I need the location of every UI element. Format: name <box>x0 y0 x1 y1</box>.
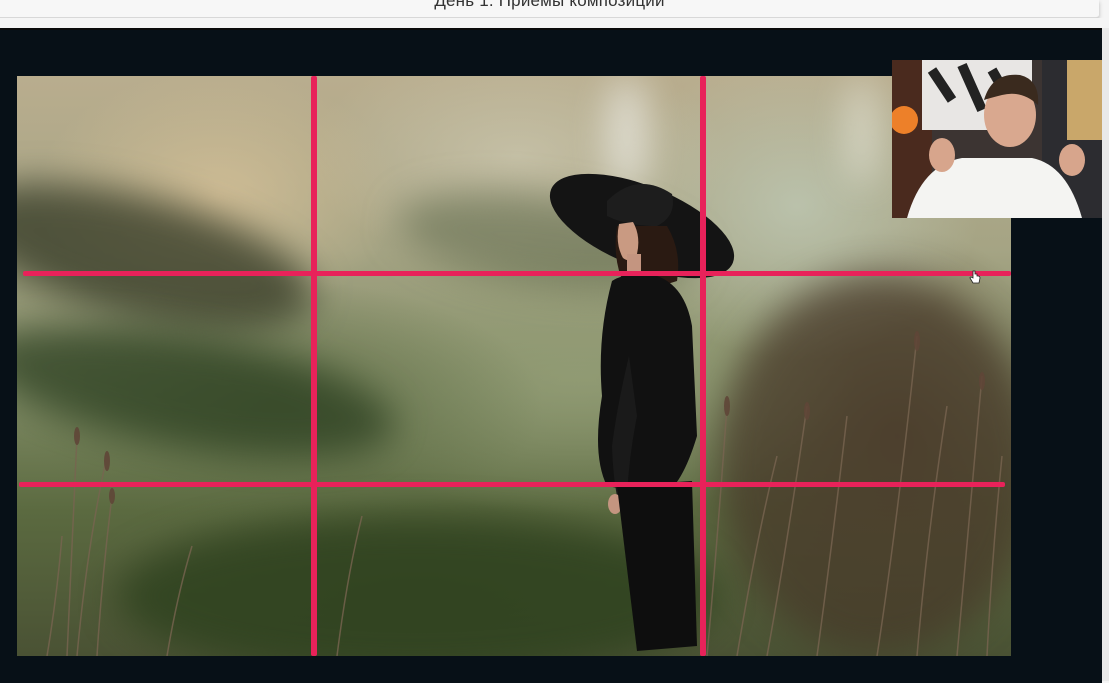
presenter-video <box>892 60 1102 218</box>
woman-figure <box>549 173 735 651</box>
lesson-title: День 1. Приемы композиции <box>434 0 665 10</box>
webcam-overlay <box>892 60 1102 218</box>
composition-photo <box>17 76 1011 656</box>
lesson-title-bar: День 1. Приемы композиции <box>0 0 1099 18</box>
grid-vertical-right <box>700 76 706 656</box>
grid-horizontal-bottom <box>19 482 1005 487</box>
grid-horizontal-top <box>23 271 1011 276</box>
stage-edge <box>1102 28 1109 681</box>
grid-vertical-left <box>311 76 317 656</box>
hand-cursor-icon <box>969 270 981 284</box>
separator <box>0 18 1109 28</box>
